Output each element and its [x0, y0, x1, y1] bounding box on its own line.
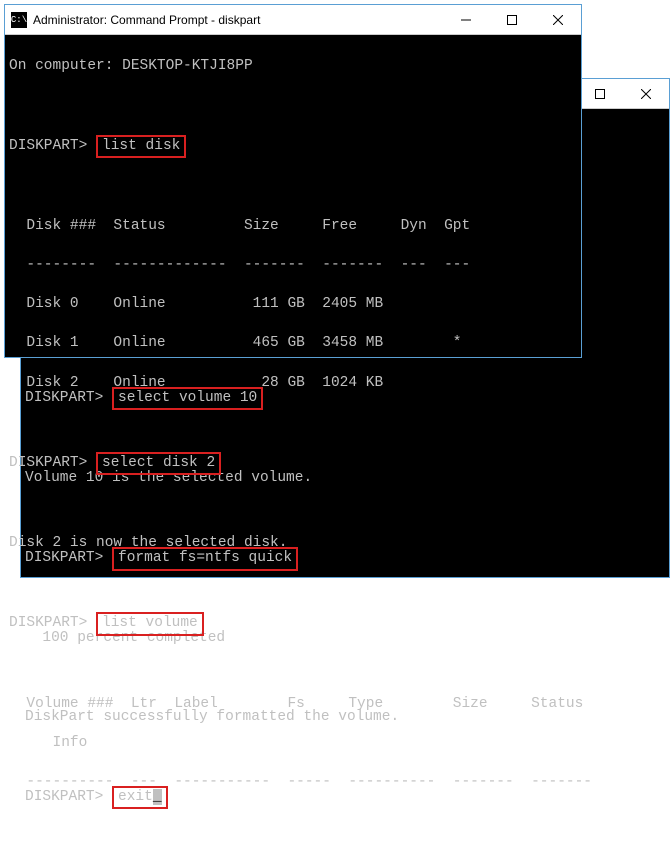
maximize-button[interactable]: [489, 5, 535, 34]
cmd-select-disk: select disk 2: [96, 452, 221, 476]
cmd-list-disk: list disk: [96, 135, 186, 159]
cmd-list-volume: list volume: [96, 612, 204, 636]
foreground-window: C:\ Administrator: Command Prompt - disk…: [4, 4, 582, 358]
close-button[interactable]: [535, 5, 581, 34]
terminal-front-output: On computer: DESKTOP-KTJI8PP DISKPART> l…: [5, 35, 581, 834]
minimize-button[interactable]: [443, 5, 489, 34]
cmd-icon: C:\: [11, 12, 27, 28]
window-controls-front: [443, 5, 581, 34]
title-text-front: Administrator: Command Prompt - diskpart: [33, 13, 443, 27]
titlebar-front[interactable]: C:\ Administrator: Command Prompt - disk…: [5, 5, 581, 35]
close-button[interactable]: [623, 79, 669, 108]
maximize-button[interactable]: [577, 79, 623, 108]
